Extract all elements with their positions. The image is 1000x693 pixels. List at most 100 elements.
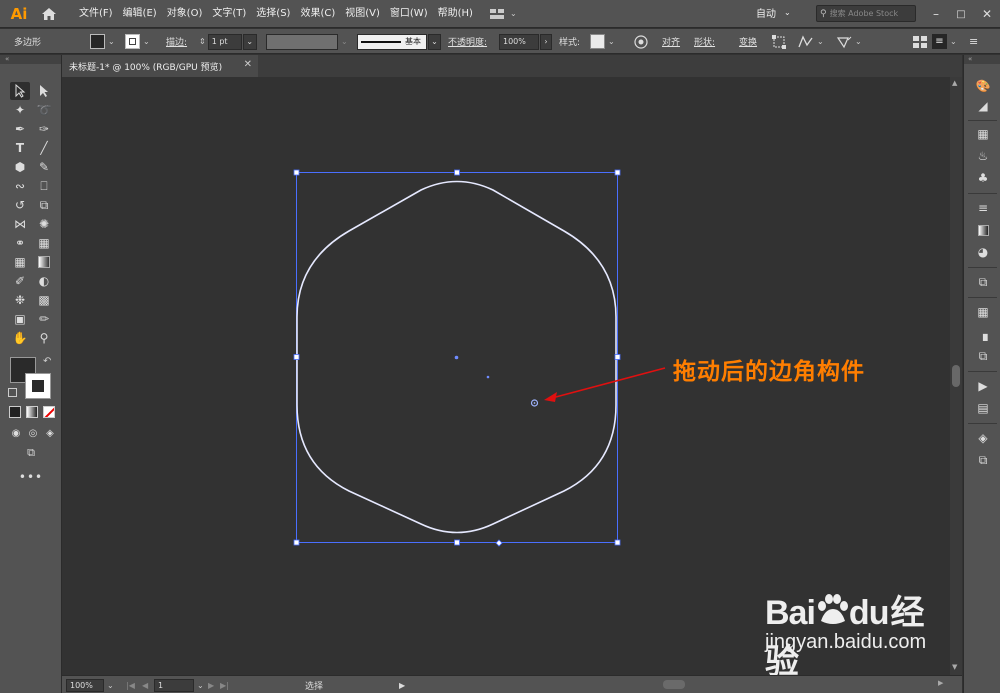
transform-label[interactable]: 变换 (739, 29, 757, 54)
recolor-artwork-button[interactable] (634, 29, 648, 54)
color-mode-button[interactable] (9, 406, 21, 418)
align-panel-icon[interactable]: ▗ (973, 325, 993, 343)
collapse-arrows-icon[interactable]: « (0, 55, 61, 64)
actions-panel-icon[interactable]: ▶ (973, 377, 993, 395)
scroll-right-icon[interactable]: ▶ (938, 679, 943, 687)
puppet-warp-tool-icon[interactable]: ✺ (34, 215, 54, 233)
eraser-tool-icon[interactable]: ⎕ (34, 177, 54, 195)
lasso-tool-icon[interactable]: ➰ (34, 101, 54, 119)
menu-edit[interactable]: 编辑(E) (118, 0, 162, 28)
stroke-label[interactable]: 描边: (166, 29, 187, 54)
gradient-tool-icon[interactable] (34, 253, 54, 271)
color-guide-icon[interactable]: ◢ (973, 97, 993, 115)
swatches-panel-icon[interactable]: ▦ (973, 125, 993, 143)
curvature-tool-icon[interactable]: ✑ (34, 120, 54, 138)
draw-inside-icon[interactable]: ◈ (40, 424, 60, 442)
layers-panel-icon[interactable]: ◈ (973, 429, 993, 447)
zoom-tool-icon[interactable]: ⚲ (34, 329, 54, 347)
perspective-grid-tool-icon[interactable]: ▦ (34, 234, 54, 252)
panel-menu-button[interactable]: ≡ (969, 29, 978, 54)
next-artboard-icon[interactable]: ▶ (208, 678, 214, 692)
first-artboard-icon[interactable]: |◀ (126, 678, 135, 692)
symbols-panel-icon[interactable]: ♣ (973, 169, 993, 187)
export-asset-icon[interactable]: ⧉ (973, 273, 993, 291)
menu-window[interactable]: 窗口(W) (385, 0, 433, 28)
stroke-weight-dropdown[interactable]: ⌄ (242, 33, 257, 50)
stroke-color-box[interactable] (25, 373, 51, 399)
symbol-sprayer-tool-icon[interactable]: ❉ (10, 291, 30, 309)
artboard-number-select[interactable]: 1 ⌄ (154, 678, 204, 692)
pen-tool-icon[interactable]: ✒ (10, 120, 30, 138)
color-panel-icon[interactable]: 🎨 (973, 77, 993, 95)
control-bar-options-button[interactable]: ≡ ⌄ (932, 29, 957, 54)
blend-tool-icon[interactable]: ◐ (34, 272, 54, 290)
eyedropper-tool-icon[interactable]: ✐ (10, 272, 30, 290)
shape-builder-tool-icon[interactable]: ⚭ (10, 234, 30, 252)
line-tool-icon[interactable]: ╱ (34, 139, 54, 157)
swap-colors-icon[interactable]: ↶ (43, 356, 51, 367)
opacity-label[interactable]: 不透明度: (448, 29, 487, 54)
slice-tool-icon[interactable]: ✏ (34, 310, 54, 328)
width-tool-icon[interactable]: ⋈ (10, 215, 30, 233)
workspace-switcher[interactable]: 自动 ⌄ (756, 5, 791, 20)
graph-tool-icon[interactable]: ▩ (34, 291, 54, 309)
scroll-down-icon[interactable]: ▼ (952, 663, 957, 671)
opacity-slider-button[interactable]: › (540, 33, 552, 50)
gradient-mode-button[interactable] (26, 406, 38, 418)
status-menu-icon[interactable]: ▶ (399, 678, 405, 692)
puppet-warp-button[interactable]: ⌄ (798, 29, 824, 54)
opacity-field[interactable]: 100% (499, 33, 539, 50)
brush-dropdown[interactable]: ⌄ (428, 33, 441, 50)
last-artboard-icon[interactable]: ▶| (220, 678, 229, 692)
horizontal-scroll-thumb[interactable] (663, 680, 685, 689)
stroke-weight-field[interactable]: 1 pt (207, 33, 242, 50)
pathfinder-panel-icon[interactable]: ⧉ (973, 347, 993, 365)
scroll-up-icon[interactable]: ▲ (952, 79, 957, 87)
document-tab[interactable]: 未标题-1* @ 100% (RGB/GPU 预览) ✕ (62, 55, 258, 77)
previous-artboard-icon[interactable]: ◀ (142, 678, 148, 692)
gradient-panel-icon[interactable] (973, 221, 993, 239)
stock-search-input[interactable]: ⚲ 搜索 Adobe Stock (816, 5, 916, 22)
menu-view[interactable]: 视图(V) (340, 0, 385, 28)
links-panel-icon[interactable]: ▤ (973, 399, 993, 417)
opacity-control[interactable]: 100% › (499, 29, 552, 54)
shape-properties-label[interactable]: 形状: (694, 29, 715, 54)
menu-file[interactable]: 文件(F) (74, 0, 118, 28)
arrange-panels-button[interactable] (913, 29, 927, 54)
home-icon[interactable] (38, 3, 60, 25)
transform-panel-icon[interactable]: ▦ (973, 303, 993, 321)
default-colors-icon[interactable] (8, 388, 17, 397)
menu-effect[interactable]: 效果(C) (295, 0, 340, 28)
type-tool-icon[interactable]: T (10, 139, 30, 157)
polygon-tool-icon[interactable]: ⬢ (10, 158, 30, 176)
brush-definition-select[interactable]: 基本 ⌄ (357, 29, 441, 54)
artboard-number-field[interactable]: 1 (154, 678, 194, 692)
fill-swatch[interactable]: ⌄ (90, 29, 115, 54)
selection-tool-icon[interactable] (10, 82, 30, 100)
menu-type[interactable]: 文字(T) (207, 0, 251, 28)
brushes-panel-icon[interactable]: ♨ (973, 147, 993, 165)
stroke-panel-icon[interactable]: ≡ (973, 199, 993, 217)
paintbrush-tool-icon[interactable]: ✎ (34, 158, 54, 176)
collapse-arrows-icon[interactable]: « (964, 55, 1000, 64)
scale-tool-icon[interactable]: ⧉ (34, 196, 54, 214)
close-window-button[interactable]: ✕ (972, 0, 1000, 28)
transparency-panel-icon[interactable]: ◕ (973, 243, 993, 261)
variable-width-profile[interactable]: ⌄ (266, 29, 348, 54)
hand-tool-icon[interactable]: ✋ (10, 329, 30, 347)
align-label[interactable]: 对齐 (662, 29, 680, 54)
direct-selection-tool-icon[interactable] (34, 82, 54, 100)
shaper-tool-icon[interactable]: ∾ (10, 177, 30, 195)
rotate-tool-icon[interactable]: ↺ (10, 196, 30, 214)
graphic-style-select[interactable]: ⌄ (590, 29, 615, 54)
close-tab-icon[interactable]: ✕ (244, 59, 252, 70)
edit-toolbar-icon[interactable]: ••• (19, 468, 42, 486)
canvas-area[interactable]: 拖动后的边角构件 Bai du经验 jingyan.baidu.com (62, 77, 950, 682)
artboard-tool-icon[interactable]: ▣ (10, 310, 30, 328)
select-similar-button[interactable]: ⌄ (836, 29, 862, 54)
isolate-button[interactable] (772, 29, 786, 54)
menu-help[interactable]: 帮助(H) (433, 0, 478, 28)
stroke-weight-stepper[interactable]: ⇕ 1 pt ⌄ (199, 29, 257, 54)
none-mode-button[interactable] (43, 406, 55, 418)
screen-mode-icon[interactable]: ⧉ (21, 444, 41, 462)
